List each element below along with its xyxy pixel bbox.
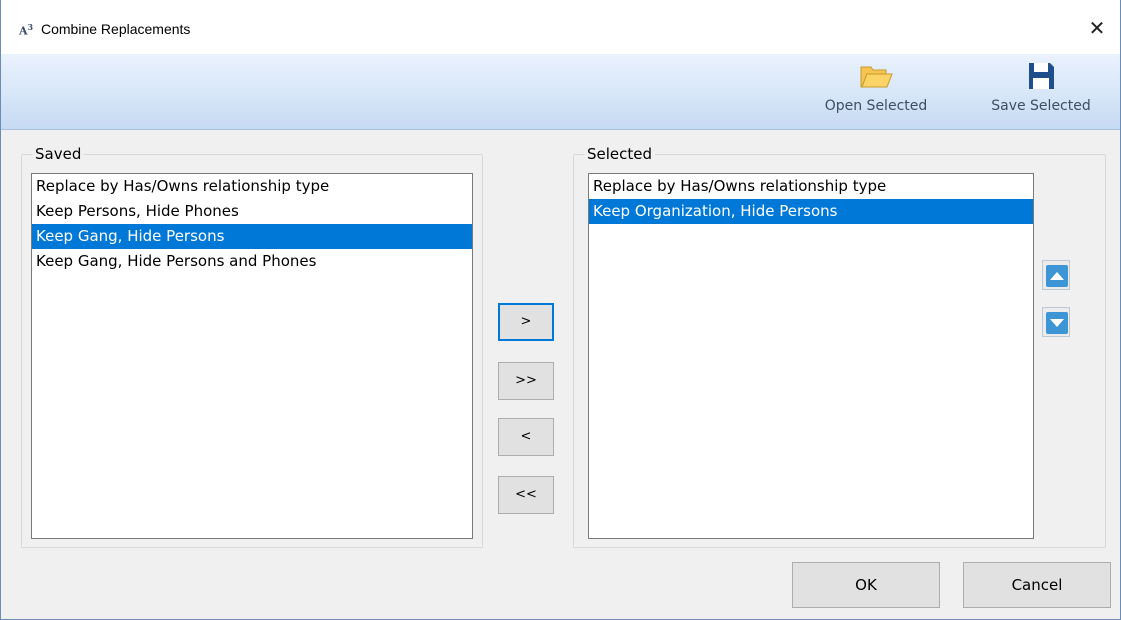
open-selected-label: Open Selected — [824, 98, 928, 114]
arrow-up-icon — [1046, 265, 1068, 287]
cancel-button[interactable]: Cancel — [963, 562, 1111, 608]
move-up-button[interactable] — [1042, 260, 1070, 290]
saved-list-item[interactable]: Keep Gang, Hide Persons and Phones — [32, 249, 472, 274]
open-selected-button[interactable]: Open Selected — [821, 58, 931, 126]
remove-button[interactable]: < — [498, 418, 554, 456]
arrow-down-icon — [1046, 312, 1068, 334]
toolbar: Open Selected Save Selected — [1, 54, 1120, 130]
move-down-button[interactable] — [1042, 307, 1070, 337]
saved-list-item[interactable]: Replace by Has/Owns relationship type — [32, 174, 472, 199]
selected-group: Selected Replace by Has/Owns relationshi… — [573, 145, 1106, 548]
ok-button[interactable]: OK — [792, 562, 940, 608]
save-selected-label: Save Selected — [991, 98, 1091, 114]
selected-list-item[interactable]: Replace by Has/Owns relationship type — [589, 174, 1033, 199]
remove-all-button[interactable]: << — [498, 476, 554, 514]
saved-group-label: Saved — [32, 145, 85, 163]
selected-list-item[interactable]: Keep Organization, Hide Persons — [589, 199, 1033, 224]
saved-listbox[interactable]: Replace by Has/Owns relationship type Ke… — [31, 173, 473, 539]
close-button[interactable]: ✕ — [1082, 14, 1112, 42]
saved-list-item[interactable]: Keep Persons, Hide Phones — [32, 199, 472, 224]
add-all-button[interactable]: >> — [498, 362, 554, 400]
save-selected-button[interactable]: Save Selected — [979, 58, 1103, 126]
saved-list-item[interactable]: Keep Gang, Hide Persons — [32, 224, 472, 249]
selected-listbox[interactable]: Replace by Has/Owns relationship type Ke… — [588, 173, 1034, 539]
saved-group: Saved Replace by Has/Owns relationship t… — [21, 145, 483, 548]
add-button[interactable]: > — [498, 303, 554, 341]
title-bar[interactable]: A3 Combine Replacements ✕ — [1, 0, 1120, 54]
folder-open-icon — [860, 66, 893, 88]
dialog-window: A3 Combine Replacements ✕ Open Selected … — [0, 0, 1121, 620]
app-logo-icon: A3 — [19, 22, 34, 38]
selected-group-label: Selected — [584, 145, 656, 163]
window-title: Combine Replacements — [41, 21, 191, 37]
floppy-disk-icon — [1029, 63, 1054, 89]
